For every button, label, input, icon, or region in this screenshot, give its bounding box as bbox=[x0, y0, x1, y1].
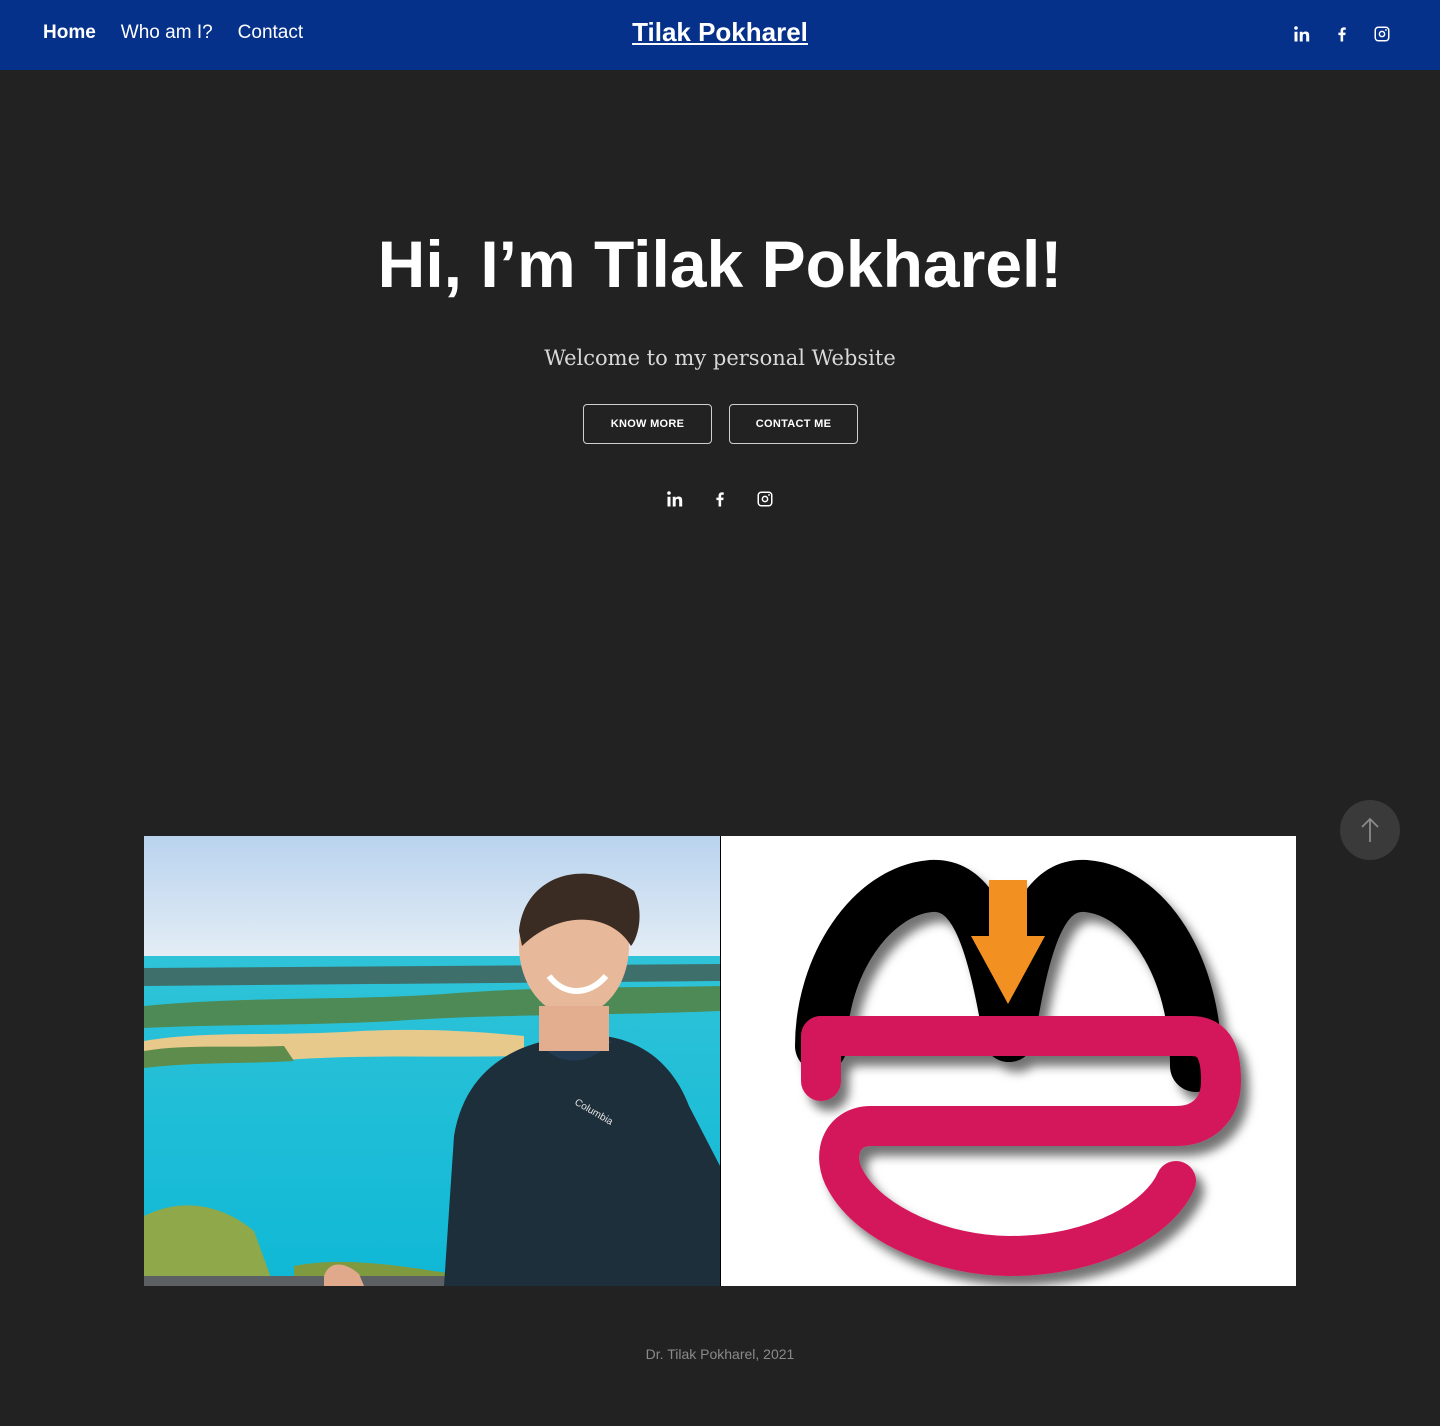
image-gallery: Columbia bbox=[144, 836, 1296, 1286]
hero-buttons: Know More Contact Me bbox=[583, 404, 858, 444]
header-social-links bbox=[1292, 23, 1392, 45]
portrait-photo: Columbia bbox=[144, 836, 720, 1286]
site-title-wrap: Tilak Pokharel bbox=[0, 16, 1440, 48]
facebook-icon[interactable] bbox=[1332, 23, 1352, 45]
site-title[interactable]: Tilak Pokharel bbox=[632, 17, 808, 47]
know-more-button[interactable]: Know More bbox=[583, 404, 712, 444]
arrow-up-icon bbox=[1361, 817, 1379, 842]
hero-subtitle: Welcome to my personal Website bbox=[544, 346, 896, 370]
hero-title: Hi, I’m Tilak Pokharel! bbox=[377, 227, 1063, 301]
instagram-icon[interactable] bbox=[1372, 23, 1392, 45]
brand-logo bbox=[721, 836, 1296, 1286]
linkedin-icon[interactable] bbox=[1292, 23, 1312, 45]
linkedin-icon[interactable] bbox=[665, 488, 685, 510]
footer-credit: Dr. Tilak Pokharel, 2021 bbox=[645, 1346, 795, 1362]
facebook-icon[interactable] bbox=[710, 488, 730, 510]
hero-social-links bbox=[0, 488, 1440, 510]
top-nav-bar: Home Who am I? Contact Tilak Pokharel bbox=[0, 0, 1440, 70]
contact-me-button[interactable]: Contact Me bbox=[729, 404, 858, 444]
instagram-icon[interactable] bbox=[755, 488, 775, 510]
scroll-to-top-button[interactable] bbox=[1340, 800, 1400, 860]
